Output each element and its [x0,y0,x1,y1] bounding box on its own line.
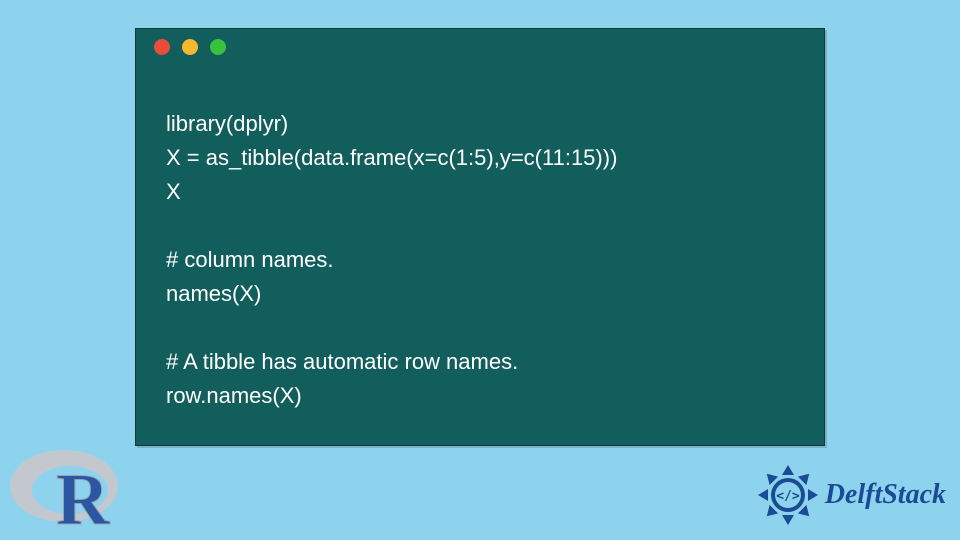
window-titlebar [136,29,824,65]
r-logo-letter: R [56,459,111,534]
close-icon[interactable] [154,39,170,55]
code-window: library(dplyr) X = as_tibble(data.frame(… [135,28,825,446]
delftstack-badge-icon: </> [757,464,819,526]
delftstack-label: DelftStack [825,479,946,511]
minimize-icon[interactable] [182,39,198,55]
code-line: names(X) [166,281,261,306]
svg-text:</>: </> [776,489,800,504]
delftstack-logo: </> DelftStack [757,464,946,526]
code-line: library(dplyr) [166,111,288,136]
code-line: X = as_tibble(data.frame(x=c(1:5),y=c(11… [166,145,617,170]
code-line: row.names(X) [166,383,302,408]
code-body: library(dplyr) X = as_tibble(data.frame(… [136,65,824,447]
code-line: # column names. [166,247,334,272]
code-line: X [166,179,181,204]
maximize-icon[interactable] [210,39,226,55]
code-line: # A tibble has automatic row names. [166,349,518,374]
r-logo-icon: R [6,442,126,534]
